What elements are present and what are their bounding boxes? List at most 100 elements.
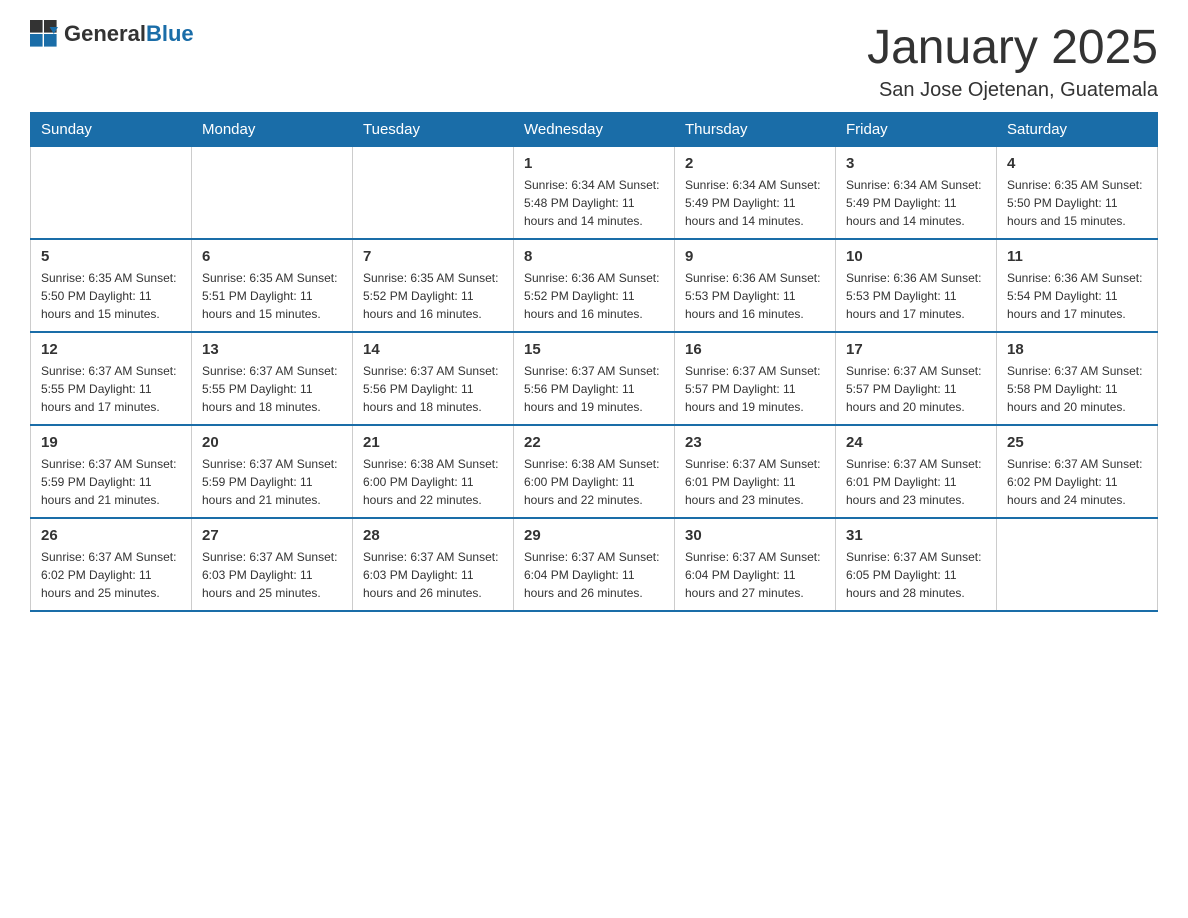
calendar-cell: 23 Sunrise: 6:37 AM Sunset: 6:01 PM Dayli… [675, 425, 836, 518]
day-number: 12 [41, 341, 181, 358]
day-number: 16 [685, 341, 825, 358]
day-info: Sunrise: 6:38 AM Sunset: 6:00 PM Dayligh… [524, 455, 664, 509]
day-number: 27 [202, 527, 342, 544]
logo-icon [30, 20, 58, 48]
day-info: Sunrise: 6:37 AM Sunset: 5:59 PM Dayligh… [41, 455, 181, 509]
day-info: Sunrise: 6:37 AM Sunset: 5:57 PM Dayligh… [846, 362, 986, 416]
calendar-cell: 8 Sunrise: 6:36 AM Sunset: 5:52 PM Daylig… [514, 239, 675, 332]
calendar-cell: 27 Sunrise: 6:37 AM Sunset: 6:03 PM Dayli… [192, 518, 353, 611]
weekday-header-thursday: Thursday [675, 113, 836, 147]
logo-general: General [64, 21, 146, 46]
day-number: 5 [41, 248, 181, 265]
week-row-4: 19Sunrise: 6:37 AM Sunset: 5:59 PM Dayli… [31, 425, 1158, 518]
calendar-cell [31, 147, 192, 240]
day-number: 21 [363, 434, 503, 451]
day-number: 25 [1007, 434, 1147, 451]
day-info: Sunrise: 6:35 AM Sunset: 5:50 PM Dayligh… [1007, 176, 1147, 230]
day-number: 22 [524, 434, 664, 451]
day-number: 13 [202, 341, 342, 358]
day-info: Sunrise: 6:35 AM Sunset: 5:52 PM Dayligh… [363, 269, 503, 323]
calendar-cell [192, 147, 353, 240]
day-info: Sunrise: 6:35 AM Sunset: 5:51 PM Dayligh… [202, 269, 342, 323]
day-number: 14 [363, 341, 503, 358]
day-info: Sunrise: 6:37 AM Sunset: 6:05 PM Dayligh… [846, 548, 986, 602]
calendar-cell [353, 147, 514, 240]
day-info: Sunrise: 6:37 AM Sunset: 6:01 PM Dayligh… [685, 455, 825, 509]
day-info: Sunrise: 6:37 AM Sunset: 6:03 PM Dayligh… [202, 548, 342, 602]
day-number: 30 [685, 527, 825, 544]
day-number: 1 [524, 155, 664, 172]
day-info: Sunrise: 6:37 AM Sunset: 6:01 PM Dayligh… [846, 455, 986, 509]
calendar-cell: 2Sunrise: 6:34 AM Sunset: 5:49 PM Daylig… [675, 147, 836, 240]
calendar-cell: 9 Sunrise: 6:36 AM Sunset: 5:53 PM Daylig… [675, 239, 836, 332]
day-number: 24 [846, 434, 986, 451]
calendar-cell: 13Sunrise: 6:37 AM Sunset: 5:55 PM Dayli… [192, 332, 353, 425]
day-number: 4 [1007, 155, 1147, 172]
day-info: Sunrise: 6:34 AM Sunset: 5:49 PM Dayligh… [685, 176, 825, 230]
day-info: Sunrise: 6:34 AM Sunset: 5:48 PM Dayligh… [524, 176, 664, 230]
logo-text: GeneralBlue [64, 21, 194, 47]
weekday-header-wednesday: Wednesday [514, 113, 675, 147]
day-info: Sunrise: 6:36 AM Sunset: 5:53 PM Dayligh… [846, 269, 986, 323]
day-info: Sunrise: 6:37 AM Sunset: 5:56 PM Dayligh… [524, 362, 664, 416]
calendar-cell: 21 Sunrise: 6:38 AM Sunset: 6:00 PM Dayli… [353, 425, 514, 518]
month-title: January 2025 [867, 20, 1158, 75]
calendar-cell: 24 Sunrise: 6:37 AM Sunset: 6:01 PM Dayli… [836, 425, 997, 518]
calendar-cell: 1 Sunrise: 6:34 AM Sunset: 5:48 PM Daylig… [514, 147, 675, 240]
calendar-cell: 15 Sunrise: 6:37 AM Sunset: 5:56 PM Dayli… [514, 332, 675, 425]
calendar-cell: 25 Sunrise: 6:37 AM Sunset: 6:02 PM Dayli… [997, 425, 1158, 518]
day-info: Sunrise: 6:37 AM Sunset: 5:58 PM Dayligh… [1007, 362, 1147, 416]
weekday-header-sunday: Sunday [31, 113, 192, 147]
day-number: 8 [524, 248, 664, 265]
calendar-cell: 7 Sunrise: 6:35 AM Sunset: 5:52 PM Daylig… [353, 239, 514, 332]
day-info: Sunrise: 6:37 AM Sunset: 5:55 PM Dayligh… [41, 362, 181, 416]
calendar-cell: 10 Sunrise: 6:36 AM Sunset: 5:53 PM Dayli… [836, 239, 997, 332]
weekday-header-monday: Monday [192, 113, 353, 147]
day-info: Sunrise: 6:35 AM Sunset: 5:50 PM Dayligh… [41, 269, 181, 323]
calendar-cell: 20Sunrise: 6:37 AM Sunset: 5:59 PM Dayli… [192, 425, 353, 518]
week-row-3: 12 Sunrise: 6:37 AM Sunset: 5:55 PM Dayli… [31, 332, 1158, 425]
day-info: Sunrise: 6:36 AM Sunset: 5:54 PM Dayligh… [1007, 269, 1147, 323]
day-number: 10 [846, 248, 986, 265]
day-info: Sunrise: 6:37 AM Sunset: 5:56 PM Dayligh… [363, 362, 503, 416]
day-number: 26 [41, 527, 181, 544]
calendar-cell: 4 Sunrise: 6:35 AM Sunset: 5:50 PM Daylig… [997, 147, 1158, 240]
calendar-cell: 14 Sunrise: 6:37 AM Sunset: 5:56 PM Dayli… [353, 332, 514, 425]
calendar-cell: 26 Sunrise: 6:37 AM Sunset: 6:02 PM Dayli… [31, 518, 192, 611]
weekday-header-row: SundayMondayTuesdayWednesdayThursdayFrid… [31, 113, 1158, 147]
day-number: 7 [363, 248, 503, 265]
week-row-1: 1 Sunrise: 6:34 AM Sunset: 5:48 PM Daylig… [31, 147, 1158, 240]
calendar-cell: 17 Sunrise: 6:37 AM Sunset: 5:57 PM Dayli… [836, 332, 997, 425]
day-info: Sunrise: 6:37 AM Sunset: 5:57 PM Dayligh… [685, 362, 825, 416]
day-info: Sunrise: 6:34 AM Sunset: 5:49 PM Dayligh… [846, 176, 986, 230]
calendar-cell: 3 Sunrise: 6:34 AM Sunset: 5:49 PM Daylig… [836, 147, 997, 240]
calendar-cell: 18Sunrise: 6:37 AM Sunset: 5:58 PM Dayli… [997, 332, 1158, 425]
day-number: 6 [202, 248, 342, 265]
calendar-cell: 12 Sunrise: 6:37 AM Sunset: 5:55 PM Dayli… [31, 332, 192, 425]
day-number: 3 [846, 155, 986, 172]
calendar-cell: 19Sunrise: 6:37 AM Sunset: 5:59 PM Dayli… [31, 425, 192, 518]
calendar-cell: 30 Sunrise: 6:37 AM Sunset: 6:04 PM Dayli… [675, 518, 836, 611]
day-info: Sunrise: 6:37 AM Sunset: 6:02 PM Dayligh… [1007, 455, 1147, 509]
day-number: 17 [846, 341, 986, 358]
day-info: Sunrise: 6:37 AM Sunset: 6:02 PM Dayligh… [41, 548, 181, 602]
day-number: 15 [524, 341, 664, 358]
calendar-cell: 16 Sunrise: 6:37 AM Sunset: 5:57 PM Dayli… [675, 332, 836, 425]
day-number: 29 [524, 527, 664, 544]
day-number: 9 [685, 248, 825, 265]
weekday-header-friday: Friday [836, 113, 997, 147]
calendar-cell [997, 518, 1158, 611]
page-header: GeneralBlue January 2025 San Jose Ojeten… [30, 20, 1158, 102]
logo: GeneralBlue [30, 20, 194, 48]
day-number: 28 [363, 527, 503, 544]
day-info: Sunrise: 6:36 AM Sunset: 5:53 PM Dayligh… [685, 269, 825, 323]
calendar-cell: 31 Sunrise: 6:37 AM Sunset: 6:05 PM Dayli… [836, 518, 997, 611]
day-number: 23 [685, 434, 825, 451]
calendar-cell: 22 Sunrise: 6:38 AM Sunset: 6:00 PM Dayli… [514, 425, 675, 518]
day-info: Sunrise: 6:37 AM Sunset: 6:04 PM Dayligh… [685, 548, 825, 602]
location-title: San Jose Ojetenan, Guatemala [867, 79, 1158, 102]
day-info: Sunrise: 6:38 AM Sunset: 6:00 PM Dayligh… [363, 455, 503, 509]
day-number: 31 [846, 527, 986, 544]
day-info: Sunrise: 6:36 AM Sunset: 5:52 PM Dayligh… [524, 269, 664, 323]
calendar-cell: 29Sunrise: 6:37 AM Sunset: 6:04 PM Dayli… [514, 518, 675, 611]
